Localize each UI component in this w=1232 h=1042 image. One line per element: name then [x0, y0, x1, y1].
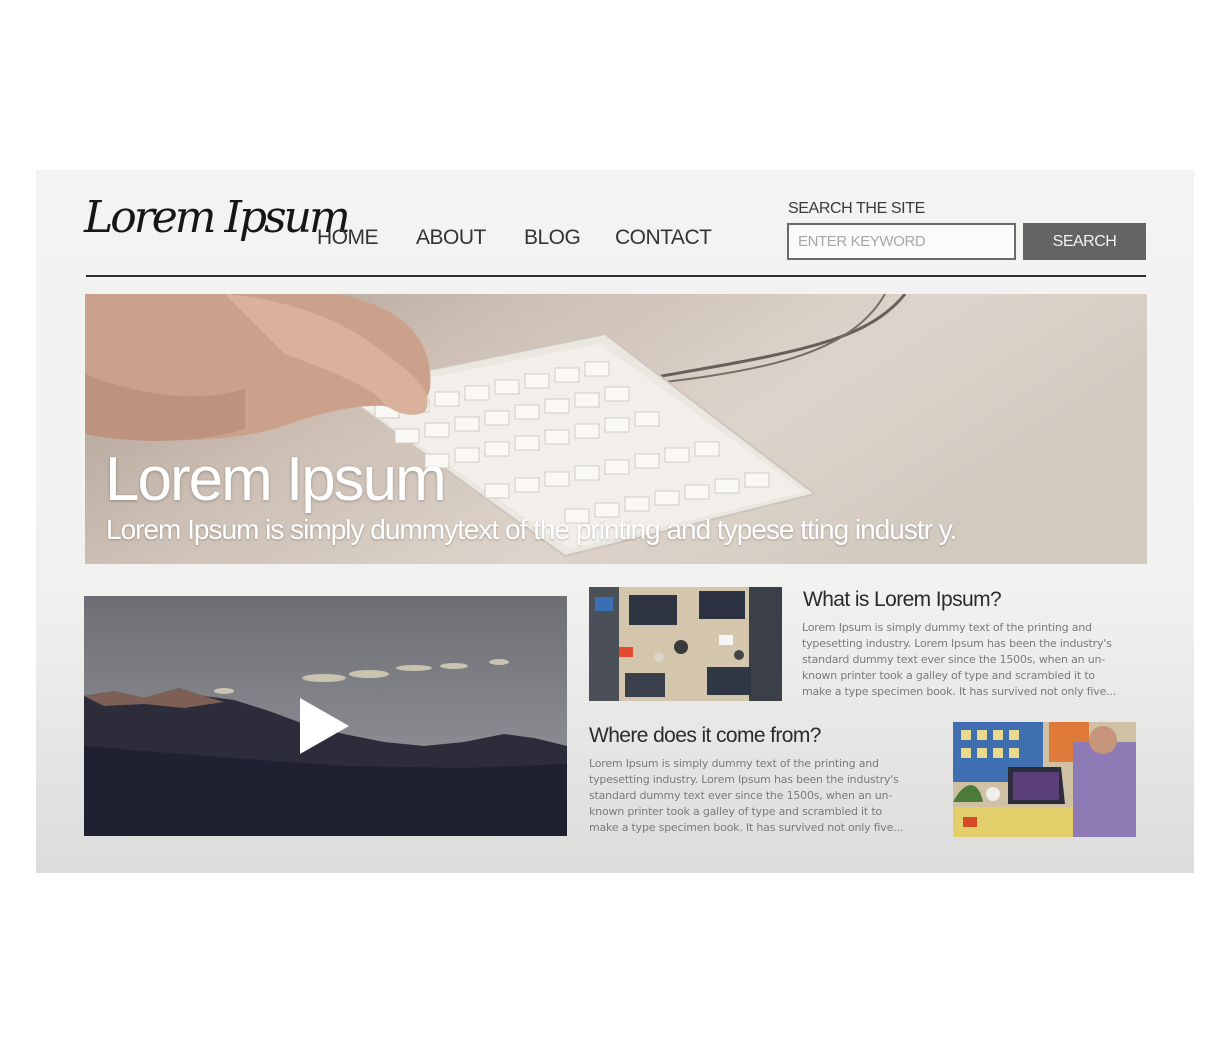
article-1-image[interactable] [589, 587, 782, 701]
hero-banner: Lorem Ipsum Lorem Ipsum is simply dummyt… [85, 294, 1147, 564]
excerpt-line: typesetting industry. Lorem Ipsum has be… [802, 637, 1112, 650]
hero-title: Lorem Ipsum [105, 445, 447, 514]
article-2-excerpt: Lorem Ipsum is simply dummy text of the … [589, 756, 903, 836]
excerpt-line: standard dummy text ever since the 1500s… [802, 653, 1106, 666]
header-divider [86, 275, 1146, 277]
video-player[interactable] [84, 596, 567, 836]
nav-contact-link[interactable]: CONTACT [615, 226, 712, 250]
excerpt-line: make a type specimen book. It has surviv… [802, 685, 1117, 698]
search-label: SEARCH THE SITE [788, 200, 925, 217]
nav-blog-link[interactable]: BLOG [524, 226, 581, 250]
excerpt-line: standard dummy text ever since the 1500s… [589, 789, 893, 802]
article-1-excerpt: Lorem Ipsum is simply dummy text of the … [802, 620, 1116, 700]
video-thumbnail [84, 596, 567, 836]
article-1-title[interactable]: What is Lorem Ipsum? [803, 588, 1002, 612]
excerpt-line: known printer took a galley of type and … [802, 669, 1095, 682]
search-button[interactable]: SEARCH [1023, 223, 1146, 260]
nav-about-link[interactable]: ABOUT [416, 226, 486, 250]
excerpt-line: make a type specimen book. It has surviv… [589, 821, 904, 834]
website-mockup: Lorem Ipsum HOME ABOUT BLOG CONTACT SEAR… [36, 170, 1194, 873]
excerpt-line: Lorem Ipsum is simply dummy text of the … [589, 757, 879, 770]
site-logo[interactable]: Lorem Ipsum [84, 192, 351, 243]
nav-home-link[interactable]: HOME [317, 226, 379, 250]
excerpt-line: known printer took a galley of type and … [589, 805, 882, 818]
hero-subtitle: Lorem Ipsum is simply dummytext of the p… [106, 514, 957, 545]
excerpt-line: Lorem Ipsum is simply dummy text of the … [802, 621, 1092, 634]
article-2-title[interactable]: Where does it come from? [589, 724, 821, 748]
search-input[interactable] [787, 223, 1016, 260]
excerpt-line: typesetting industry. Lorem Ipsum has be… [589, 773, 899, 786]
article-2-image[interactable] [953, 722, 1136, 837]
